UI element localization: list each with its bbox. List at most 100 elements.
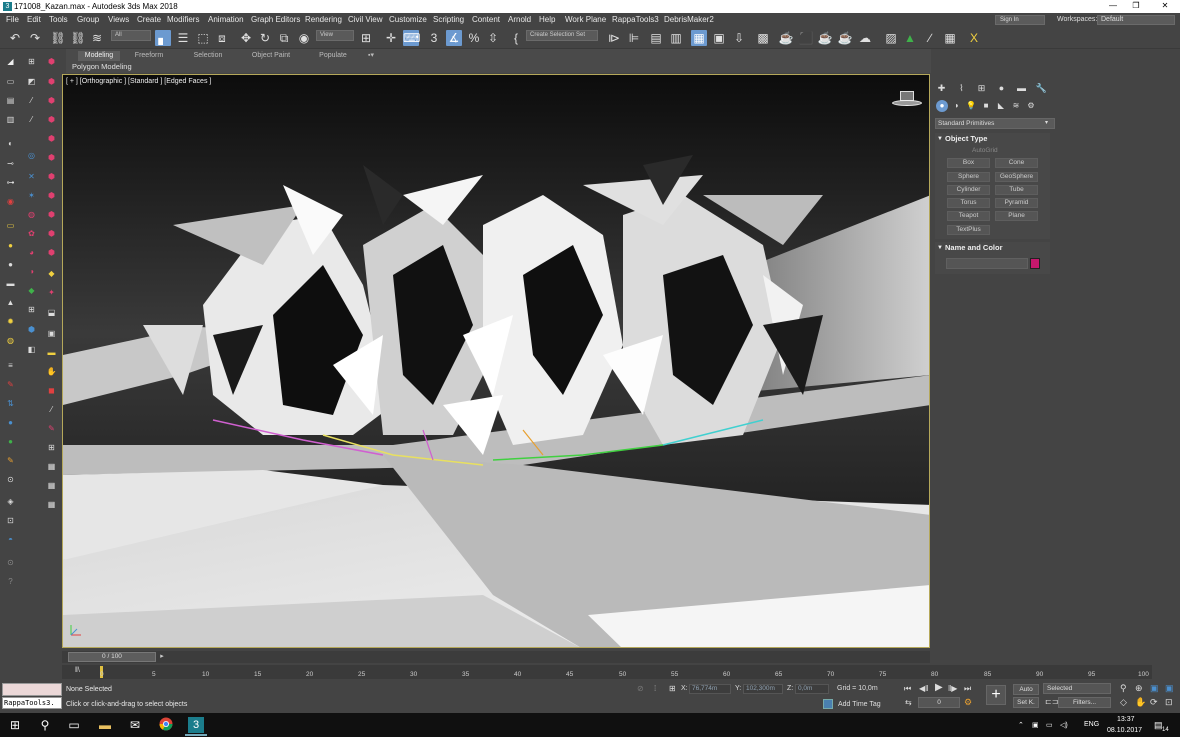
name-color-header[interactable]: ▼ Name and Color — [935, 242, 1050, 254]
menu-civil-view[interactable]: Civil View — [348, 15, 383, 24]
pivot-icon[interactable]: ⊞ — [358, 30, 374, 46]
menu-create[interactable]: Create — [137, 15, 161, 24]
tool-icon-16[interactable]: ≡ — [5, 360, 16, 371]
ribbon-panel-polygon-modeling[interactable]: Polygon Modeling — [72, 62, 132, 71]
menu-group[interactable]: Group — [77, 15, 99, 24]
volume-icon[interactable]: ◁) — [1060, 721, 1068, 729]
named-selection-set-select[interactable]: Create Selection Set — [526, 30, 598, 41]
geometry-category-icon[interactable]: ● — [936, 100, 948, 112]
layer-explorer-icon[interactable]: ▤ — [648, 30, 664, 46]
tool-icon-45[interactable]: ⬢ — [46, 95, 57, 106]
tool-icon-36[interactable]: ✿ — [26, 228, 37, 239]
auto-key-button[interactable]: Auto — [1013, 684, 1039, 695]
menu-work-plane[interactable]: Work Plane — [565, 15, 606, 24]
set-key-button[interactable]: Set K. — [1013, 697, 1039, 708]
tool-icon-30[interactable]: ⁄ — [26, 95, 37, 106]
bind-spacewarp-icon[interactable]: ≋ — [89, 30, 105, 46]
key-mode-toggle-icon[interactable]: ⊏⊐ — [1045, 697, 1058, 706]
next-frame-icon[interactable]: ‖▶ — [948, 684, 957, 693]
menu-edit[interactable]: Edit — [27, 15, 41, 24]
arnold-icon[interactable]: ▲ — [902, 30, 918, 46]
viewcube-icon[interactable] — [892, 91, 922, 111]
textplus-button[interactable]: TextPlus — [947, 225, 990, 235]
spinner-snap-icon[interactable]: ⇳ — [485, 30, 501, 46]
isolate-icon[interactable]: ⊘ — [637, 684, 644, 693]
tool-icon-2[interactable]: ▭ — [5, 76, 16, 87]
tool-icon-59[interactable]: ✋ — [46, 366, 57, 377]
modify-tab-icon[interactable]: ⌇ — [955, 82, 968, 95]
place-icon[interactable]: ◉ — [296, 30, 312, 46]
add-time-tag-icon[interactable] — [823, 699, 833, 709]
selection-filter-select[interactable]: All — [111, 30, 151, 41]
tool-icon-6[interactable]: ⊸ — [5, 158, 16, 169]
restore-button[interactable]: ❐ — [1129, 1, 1143, 12]
tool-icon-5[interactable]: ◐ — [5, 138, 16, 149]
mail-icon[interactable]: ✉ — [127, 717, 143, 733]
tool-icon-39[interactable]: ◆ — [26, 285, 37, 296]
x-coordinate-field[interactable]: 76,774m — [689, 684, 731, 694]
unlink-icon[interactable]: ⛓ — [70, 30, 86, 46]
tool-icon-34[interactable]: ✶ — [26, 190, 37, 201]
mirror-icon[interactable]: ⧐ — [606, 30, 622, 46]
plane-button[interactable]: Plane — [995, 211, 1038, 221]
tool-icon-25[interactable]: ◓ — [5, 534, 16, 545]
systems-category-icon[interactable]: ⚙ — [1025, 100, 1037, 112]
utilities-tab-icon[interactable]: 🔧 — [1035, 82, 1048, 95]
tool-icon-21[interactable]: ✎ — [5, 455, 16, 466]
orbit-icon[interactable]: ⟳ — [1150, 697, 1158, 708]
slider-next-icon[interactable]: ▸ — [157, 652, 167, 662]
menu-arnold[interactable]: Arnold — [508, 15, 531, 24]
cameras-category-icon[interactable]: ■ — [980, 100, 992, 112]
zoom-icon[interactable]: ⚲ — [1120, 683, 1127, 694]
menu-customize[interactable]: Customize — [389, 15, 427, 24]
tool-icon-24[interactable]: ⊡ — [5, 515, 16, 526]
zoom-extents-all-icon[interactable]: ▣ — [1165, 683, 1174, 694]
menu-rendering[interactable]: Rendering — [305, 15, 342, 24]
ribbon-tab-selection[interactable]: Selection — [186, 51, 230, 61]
rect-region-icon[interactable]: ⬚ — [195, 30, 211, 46]
fov-icon[interactable]: ◇ — [1120, 697, 1127, 708]
tool-icon-29[interactable]: ◩ — [26, 76, 37, 87]
percent-snap-icon[interactable]: % — [466, 30, 482, 46]
ref-coord-select[interactable]: View — [316, 30, 354, 41]
close-button[interactable]: ✕ — [1158, 1, 1172, 12]
tool-icon-47[interactable]: ⬢ — [46, 133, 57, 144]
search-icon[interactable]: ⚲ — [37, 717, 53, 733]
edit-named-selection-icon[interactable]: { — [508, 30, 524, 46]
tool-icon-13[interactable]: ▲ — [5, 297, 16, 308]
menu-tools[interactable]: Tools — [49, 15, 68, 24]
viewport-orthographic[interactable]: [ + ] [Orthographic ] [Standard ] [Edged… — [62, 74, 930, 648]
ribbon-tab-modeling[interactable]: Modeling — [78, 51, 120, 61]
sphere-button[interactable]: Sphere — [947, 172, 990, 182]
lock-selection-icon[interactable]: ⁞ — [654, 684, 656, 693]
primitive-category-select[interactable]: Standard Primitives — [935, 118, 1055, 129]
redo-icon[interactable]: ↷ — [27, 30, 43, 46]
move-icon[interactable]: ✥ — [238, 30, 254, 46]
tool-icon-49[interactable]: ⬢ — [46, 171, 57, 182]
previous-frame-icon[interactable]: ◀‖ — [919, 684, 928, 693]
tray-icon[interactable]: ▣ — [1032, 721, 1039, 729]
windows-start-icon[interactable]: ⊞ — [7, 717, 23, 733]
menu-graph-editors[interactable]: Graph Editors — [251, 15, 300, 24]
time-config-icon[interactable]: ⚙ — [964, 697, 972, 708]
snap-icon[interactable]: 3 — [426, 30, 442, 46]
tool-icon-50[interactable]: ⬢ — [46, 190, 57, 201]
3dsmax-taskbar-icon[interactable]: 3 — [188, 717, 204, 733]
tool-icon-19[interactable]: ● — [5, 417, 16, 428]
minimize-button[interactable]: — — [1106, 1, 1120, 12]
tool-icon-60[interactable]: ◼ — [46, 385, 57, 396]
object-name-input[interactable] — [946, 258, 1028, 269]
display-tab-icon[interactable]: ▬ — [1015, 82, 1028, 95]
render-setup-icon[interactable]: ☕ — [778, 30, 794, 46]
object-color-swatch[interactable] — [1030, 258, 1040, 269]
a360-icon[interactable]: ▨ — [883, 30, 899, 46]
menu-animation[interactable]: Animation — [208, 15, 244, 24]
pan-icon[interactable]: ✋ — [1135, 697, 1146, 708]
menu-help[interactable]: Help — [539, 15, 555, 24]
angle-snap-icon[interactable]: ∡ — [446, 30, 462, 46]
tool-icon-1[interactable]: ◢ — [5, 56, 16, 67]
tool-icon-46[interactable]: ⬢ — [46, 114, 57, 125]
curve-editor-icon[interactable]: ▣ — [711, 30, 727, 46]
key-filter-select[interactable]: Selected — [1043, 683, 1111, 694]
tool-icon-26[interactable]: ⊙ — [5, 557, 16, 568]
